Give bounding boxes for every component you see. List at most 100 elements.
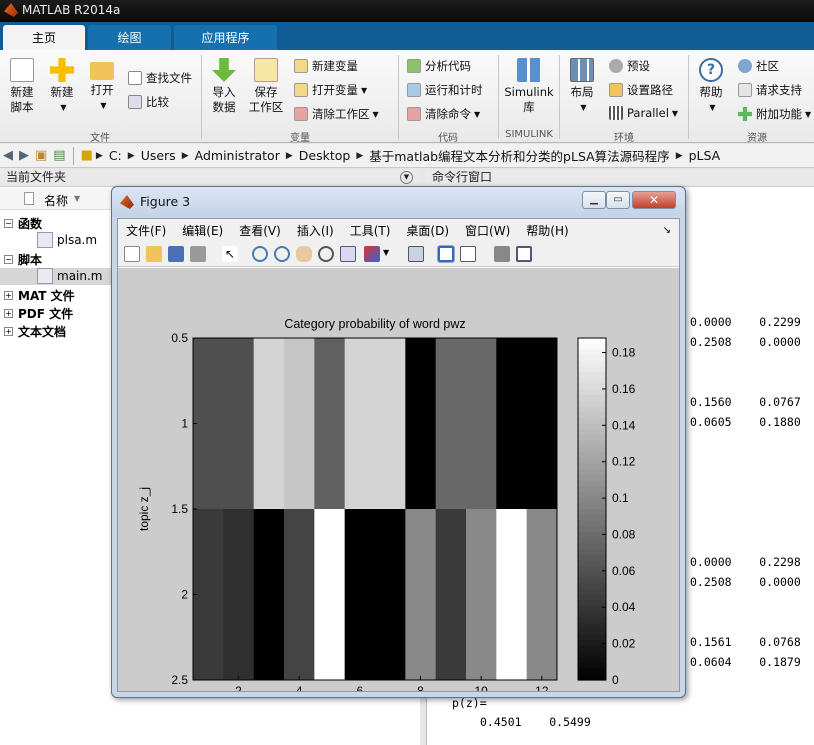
expand-icon[interactable]: + <box>4 309 13 318</box>
back-arrow-icon[interactable]: ◀ <box>3 148 13 163</box>
expand-icon[interactable]: + <box>4 291 13 300</box>
open-button[interactable]: 打开 ▼ <box>84 58 120 113</box>
save-workspace-button[interactable]: 保存 工作区 <box>247 58 285 115</box>
colorbar-segment <box>578 543 606 550</box>
simulink-library-button[interactable]: Simulink 库 <box>503 58 555 115</box>
maximize-button[interactable]: ▭ <box>606 191 630 209</box>
hide-plot-tools-icon[interactable] <box>494 246 510 262</box>
preferences-button[interactable]: 预设 <box>609 58 650 74</box>
breadcrumb-chevron-icon[interactable]: ▶ <box>676 151 683 161</box>
menu-view[interactable]: 查看(V) <box>239 222 281 239</box>
tab-apps[interactable]: 应用程序 <box>174 25 277 50</box>
collapse-icon[interactable]: − <box>4 255 13 264</box>
breadcrumb-chevron-icon[interactable]: ▶ <box>128 151 135 161</box>
name-column-header[interactable]: 名称 <box>44 192 68 209</box>
tree-group-functions[interactable]: − 函数 <box>4 215 42 232</box>
heatmap-cell <box>466 509 497 681</box>
figure-title-bar[interactable]: Figure 3 ▁ ▭ ✕ <box>112 187 685 216</box>
show-plot-tools-icon[interactable] <box>516 246 532 262</box>
insert-colorbar-icon[interactable] <box>437 245 455 263</box>
brush-icon[interactable] <box>364 246 380 262</box>
minimize-button[interactable]: ▁ <box>582 191 606 209</box>
new-button[interactable]: 新建 ▼ <box>44 58 80 115</box>
print-icon[interactable] <box>190 246 206 262</box>
breadcrumb-chevron-icon[interactable]: ▶ <box>286 151 293 161</box>
browse-folder-icon[interactable]: ▤ <box>53 148 65 163</box>
tree-group-text[interactable]: + 文本文档 <box>4 323 66 340</box>
menu-tools[interactable]: 工具(T) <box>350 222 391 239</box>
pointer-icon[interactable]: ↖ <box>222 246 238 262</box>
help-label: 帮助 <box>699 85 723 99</box>
dock-arrow-icon[interactable]: ↘ <box>663 225 671 236</box>
tree-group-scripts[interactable]: − 脚本 <box>4 251 42 268</box>
menu-edit[interactable]: 编辑(E) <box>182 222 223 239</box>
new-script-button[interactable]: 新建 脚本 <box>4 58 40 115</box>
data-cursor-icon[interactable] <box>340 246 356 262</box>
menu-desktop[interactable]: 桌面(D) <box>406 222 449 239</box>
tree-file-main[interactable]: main.m <box>37 268 103 284</box>
save-icon[interactable] <box>168 246 184 262</box>
analyze-code-button[interactable]: 分析代码 <box>407 58 471 74</box>
close-button[interactable]: ✕ <box>632 191 676 209</box>
breadcrumb-item[interactable]: Desktop <box>299 148 351 163</box>
add-ons-button[interactable]: 附加功能 ▼ <box>738 106 811 122</box>
run-and-time-button[interactable]: 运行和计时 <box>407 82 483 98</box>
breadcrumb-item[interactable]: pLSA <box>689 148 721 163</box>
figure-window[interactable]: Figure 3 ▁ ▭ ✕ 文件(F) 编辑(E) 查看(V) 插入(I) 工… <box>111 186 686 715</box>
collapse-icon[interactable]: − <box>4 219 13 228</box>
help-button[interactable]: ? 帮助 ▼ <box>693 58 729 115</box>
heatmap-chart[interactable]: 0 0.02 0.04 0.06 0.08 0.1 0.12 0.14 0.16 0.18 2 4 6… <box>118 268 679 715</box>
set-path-button[interactable]: 设置路径 <box>609 82 673 98</box>
request-support-button[interactable]: 请求支持 <box>738 82 802 98</box>
heatmap-cell <box>375 509 406 681</box>
sort-arrow-icon[interactable]: ▼ <box>74 194 80 203</box>
tab-plots[interactable]: 绘图 <box>88 25 171 50</box>
tree-file-plsa[interactable]: plsa.m <box>37 232 97 248</box>
layout-button[interactable]: 布局 ▼ <box>564 58 600 115</box>
import-data-button[interactable]: 导入 数据 <box>206 58 242 115</box>
breadcrumb-item[interactable]: 基于matlab编程文本分析和分类的pLSA算法源码程序 <box>369 146 669 165</box>
up-folder-icon[interactable]: ▣ <box>35 148 47 163</box>
tab-home[interactable]: 主页 <box>3 25 85 50</box>
forward-arrow-icon[interactable]: ▶ <box>19 148 29 163</box>
panel-menu-icon[interactable]: ▼ <box>400 171 413 184</box>
new-script-icon <box>10 58 34 82</box>
breadcrumb-item[interactable]: C: <box>109 148 122 163</box>
colorbar-segment <box>578 566 606 573</box>
breadcrumb-chevron-icon[interactable]: ▶ <box>356 151 363 161</box>
new-figure-icon[interactable] <box>124 246 140 262</box>
tree-group-mat[interactable]: + MAT 文件 <box>4 287 75 304</box>
clear-commands-button[interactable]: 清除命令 ▼ <box>407 106 480 122</box>
figure-client-area: 文件(F) 编辑(E) 查看(V) 插入(I) 工具(T) 桌面(D) 窗口(W… <box>117 218 680 715</box>
insert-legend-icon[interactable] <box>460 246 476 262</box>
dropdown-arrow-icon[interactable]: ▼ <box>383 248 389 257</box>
zoom-out-icon[interactable] <box>274 246 290 262</box>
pan-hand-icon[interactable] <box>296 246 312 262</box>
breadcrumb-item[interactable]: Users <box>141 148 176 163</box>
zoom-in-icon[interactable] <box>252 246 268 262</box>
new-variable-button[interactable]: 新建变量 <box>294 58 358 74</box>
colorbar-segment <box>578 503 606 510</box>
community-button[interactable]: 社区 <box>738 58 779 74</box>
colorbar-segment <box>578 338 606 345</box>
menu-window[interactable]: 窗口(W) <box>465 222 510 239</box>
menu-insert[interactable]: 插入(I) <box>297 222 334 239</box>
colorbar-segment <box>578 434 606 442</box>
expand-icon[interactable]: + <box>4 327 13 336</box>
menu-file[interactable]: 文件(F) <box>126 222 166 239</box>
colorbar-segment <box>578 429 606 436</box>
breadcrumb-item[interactable]: Administrator <box>195 148 280 163</box>
parallel-button[interactable]: Parallel ▼ <box>609 106 678 120</box>
link-plot-icon[interactable] <box>408 246 424 262</box>
clear-workspace-button[interactable]: 清除工作区 ▼ <box>294 106 379 122</box>
rotate-3d-icon[interactable] <box>318 246 334 262</box>
menu-help[interactable]: 帮助(H) <box>526 222 568 239</box>
find-files-button[interactable]: 查找文件 <box>128 70 192 86</box>
breadcrumb-chevron-icon[interactable]: ▶ <box>96 151 103 161</box>
tree-group-pdf[interactable]: + PDF 文件 <box>4 305 73 322</box>
open-variable-button[interactable]: 打开变量 ▼ <box>294 82 367 98</box>
x-tick-label: 8 <box>417 684 424 691</box>
breadcrumb-chevron-icon[interactable]: ▶ <box>182 151 189 161</box>
compare-button[interactable]: 比较 <box>128 94 169 110</box>
open-file-icon[interactable] <box>146 246 162 262</box>
